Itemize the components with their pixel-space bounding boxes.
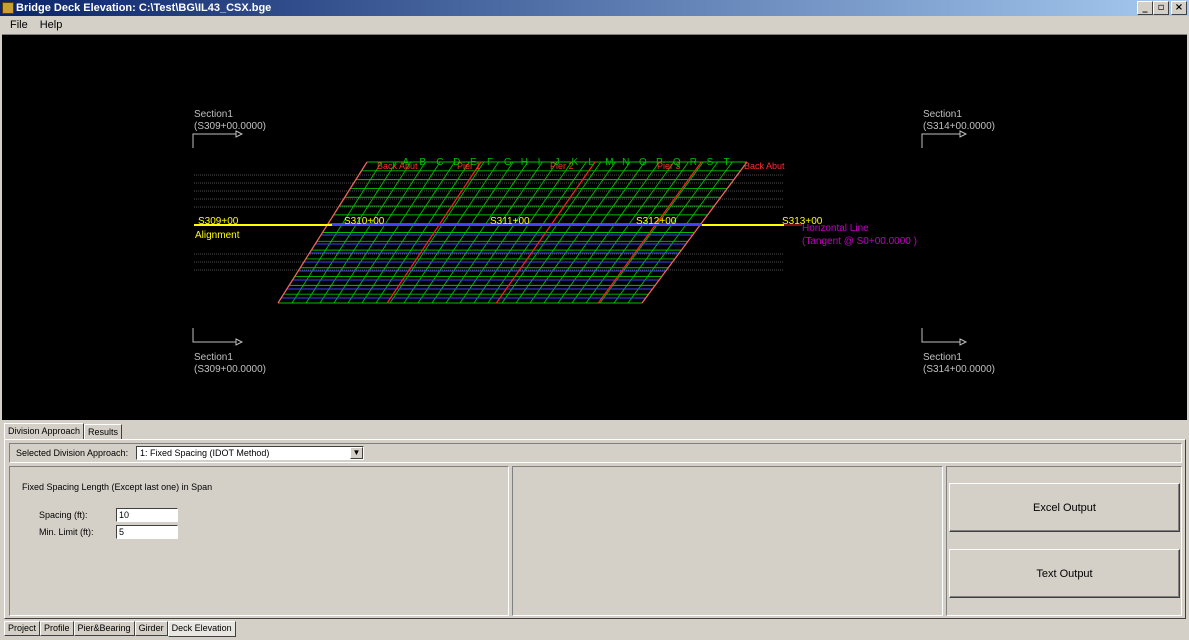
- girder-letter: A: [402, 157, 409, 168]
- approach-select[interactable]: 1: Fixed Spacing (IDOT Method) ▼: [136, 446, 364, 460]
- section-station: (S309+00.0000): [194, 121, 266, 132]
- minimize-button[interactable]: _: [1137, 1, 1153, 15]
- girder-letter: N: [622, 157, 629, 168]
- support-label-back-abut: Back Abut: [377, 161, 418, 171]
- girder-letter: Q: [673, 157, 681, 168]
- girder-letter: O: [639, 157, 647, 168]
- section-marker-top-right: Section1 (S314+00.0000): [921, 109, 995, 148]
- girder-letter: I: [538, 157, 541, 168]
- deck-elevation-canvas[interactable]: Section1 (S309+00.0000) Section1 (S314+0…: [2, 34, 1187, 420]
- close-button[interactable]: ×: [1171, 1, 1187, 15]
- section-marker-bottom-left: Section1 (S309+00.0000): [192, 328, 266, 375]
- window-controls: _ ▫ ×: [1137, 1, 1187, 15]
- girder-letter: C: [436, 157, 443, 168]
- bottom-tabs: Project Profile Pier&Bearing Girder Deck…: [4, 621, 236, 637]
- tab-results[interactable]: Results: [84, 424, 123, 440]
- excel-output-button[interactable]: Excel Output: [949, 483, 1180, 532]
- station-label-1: S309+00: [198, 216, 239, 227]
- station-label-4: S312+00: [636, 216, 677, 227]
- alignment-label: Alignment: [195, 230, 240, 241]
- division-approach-panel: Selected Division Approach: 1: Fixed Spa…: [4, 439, 1186, 619]
- middle-blank-box: [512, 466, 943, 616]
- spacing-input[interactable]: [116, 508, 178, 522]
- min-limit-label: Min. Limit (ft):: [39, 527, 94, 537]
- section-station: (S314+00.0000): [923, 364, 995, 375]
- station-label-2: S310+00: [344, 216, 385, 227]
- tab-profile[interactable]: Profile: [40, 621, 74, 636]
- tab-girder[interactable]: Girder: [134, 621, 168, 636]
- girder-letter: B: [419, 157, 426, 168]
- menu-file[interactable]: File: [4, 19, 34, 31]
- min-limit-input[interactable]: [116, 525, 178, 539]
- girder-letter: P: [656, 157, 663, 168]
- approach-label: Selected Division Approach:: [16, 448, 129, 458]
- station-label-3: S311+00: [490, 216, 530, 227]
- girder-letter: R: [690, 157, 697, 168]
- support-label-pier-2: Pier 2: [550, 161, 574, 171]
- tab-project[interactable]: Project: [4, 621, 41, 636]
- spacing-settings-box: Fixed Spacing Length (Except last one) i…: [9, 466, 509, 616]
- approach-selected-value: 1: Fixed Spacing (IDOT Method): [140, 448, 270, 458]
- horizontal-line-tangent: (Tangent @ S0+00.0000 ): [802, 236, 917, 247]
- girder-letter: T: [724, 157, 730, 168]
- girder-letter: L: [588, 157, 594, 168]
- girder-letter: J: [555, 157, 560, 168]
- girder-letter: S: [707, 157, 714, 168]
- grid-layer: [194, 161, 802, 304]
- support-label-back-abut-end: Back Abut: [744, 161, 785, 171]
- girder-letter: E: [470, 157, 477, 168]
- section-marker-bottom-right: Section1 (S314+00.0000): [921, 328, 995, 375]
- horizontal-line-label: Horizontal Line: [802, 223, 869, 234]
- restore-button[interactable]: ▫: [1153, 1, 1169, 15]
- girder-letter: F: [487, 157, 493, 168]
- menu-help[interactable]: Help: [34, 19, 69, 31]
- section-name: Section1: [923, 352, 962, 363]
- section-marker-top-left: Section1 (S309+00.0000): [192, 109, 266, 148]
- deck-drawing: Section1 (S309+00.0000) Section1 (S314+0…: [192, 109, 995, 375]
- section-station: (S314+00.0000): [923, 121, 995, 132]
- app-icon: [2, 2, 14, 14]
- text-output-button[interactable]: Text Output: [949, 549, 1180, 598]
- tab-deck-elevation[interactable]: Deck Elevation: [167, 621, 236, 637]
- panel-tabs: Division Approach Results: [4, 423, 123, 440]
- girder-letter: K: [571, 157, 578, 168]
- chevron-down-icon[interactable]: ▼: [350, 447, 363, 459]
- spacing-heading: Fixed Spacing Length (Except last one) i…: [22, 482, 213, 492]
- menu-bar: File Help: [0, 16, 1189, 33]
- output-buttons-box: Excel Output Text Output: [946, 466, 1182, 616]
- spacing-label: Spacing (ft):: [39, 510, 88, 520]
- girder-letter: H: [521, 157, 528, 168]
- support-label-pier-1: Pier 1: [457, 161, 481, 171]
- tab-division-approach[interactable]: Division Approach: [4, 423, 85, 440]
- tab-pier-bearing[interactable]: Pier&Bearing: [73, 621, 135, 636]
- section-name: Section1: [923, 109, 962, 120]
- section-name: Section1: [194, 109, 233, 120]
- girder-letter: G: [504, 157, 512, 168]
- girder-letter: D: [453, 157, 460, 168]
- section-name: Section1: [194, 352, 233, 363]
- section-station: (S309+00.0000): [194, 364, 266, 375]
- title-bar: Bridge Deck Elevation: C:\Test\BG\IL43_C…: [0, 0, 1189, 16]
- window-title: Bridge Deck Elevation: C:\Test\BG\IL43_C…: [16, 2, 272, 14]
- girder-letter: M: [605, 157, 613, 168]
- approach-row: Selected Division Approach: 1: Fixed Spa…: [9, 443, 1182, 463]
